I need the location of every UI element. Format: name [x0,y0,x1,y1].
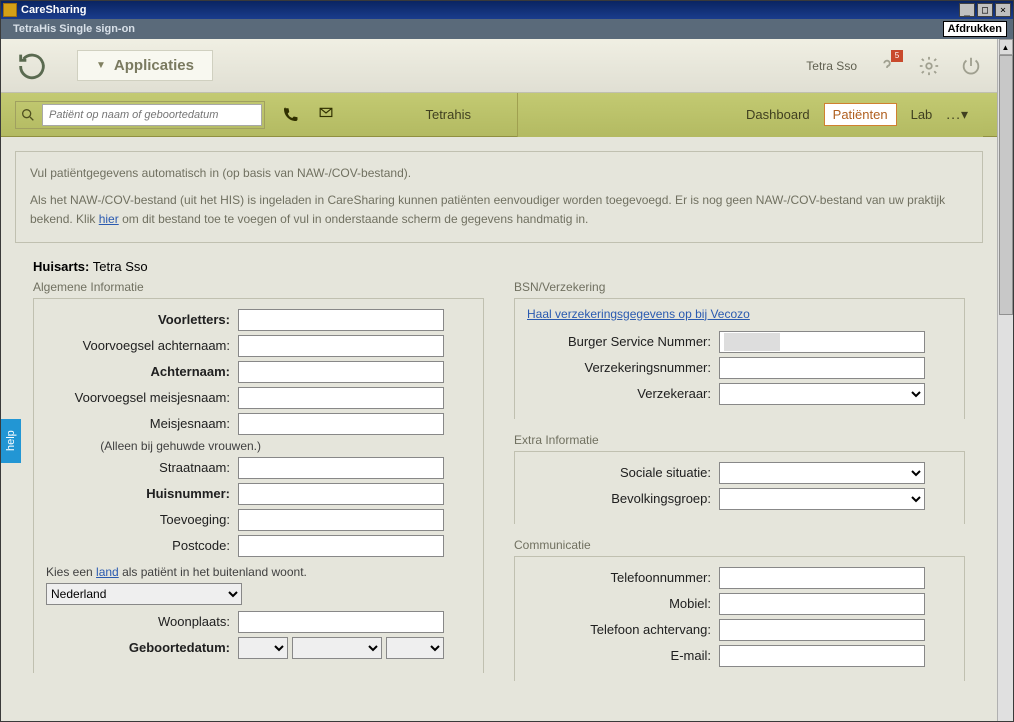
section-bsn: Haal verzekeringsgegevens op bij Vecozo … [514,298,965,419]
scroll-up-icon[interactable]: ▲ [999,39,1013,55]
label-voorletters: Voorletters: [42,312,238,327]
print-button[interactable]: Afdrukken [943,21,1007,37]
nav-patienten[interactable]: Patiënten [824,103,897,126]
input-email[interactable] [719,645,925,667]
input-meisjesnaam[interactable] [238,413,444,435]
input-straatnaam[interactable] [238,457,444,479]
select-sociale[interactable] [719,462,925,484]
input-postcode[interactable] [238,535,444,557]
input-woonplaats[interactable] [238,611,444,633]
section-comm: Telefoonnummer: Mobiel: Telefoon achterv… [514,556,965,681]
chevron-down-icon: ▼ [96,60,106,71]
app-icon [3,3,17,17]
label-bsn-nr: Burger Service Nummer: [523,334,719,349]
top-toolbar: ▼ Applicaties Tetra Sso 5 [1,39,997,93]
applicaties-label: Applicaties [114,57,194,74]
label-bevolking: Bevolkingsgroep: [523,491,719,506]
input-tel-achter[interactable] [719,619,925,641]
select-geb-jaar[interactable] [386,637,444,659]
bsn-masked-value [724,333,780,351]
label-toevoeging: Toevoeging: [42,512,238,527]
huisarts-value: Tetra Sso [93,259,148,274]
power-icon[interactable] [959,54,983,78]
search-input[interactable] [42,104,262,126]
land-link[interactable]: land [96,565,119,579]
info-line1: Vul patiëntgegevens automatisch in (op b… [30,164,968,183]
label-geboortedatum: Geboortedatum: [42,640,238,655]
input-voorv-meisjes[interactable] [238,387,444,409]
select-bevolking[interactable] [719,488,925,510]
minimize-button[interactable]: _ [959,3,975,17]
subtitle-text: TetraHis Single sign-on [13,23,135,35]
label-meisjesnaam: Meisjesnaam: [42,416,238,431]
help-icon[interactable]: 5 [875,54,899,78]
label-telefoon: Telefoonnummer: [523,570,719,585]
label-achternaam: Achternaam: [42,364,238,379]
info-line2b: om dit bestand toe te voegen of vul in o… [119,212,589,226]
input-mobiel[interactable] [719,593,925,615]
section-algemene: Voorletters: Voorvoegsel achternaam: Ach… [33,298,484,673]
label-sociale: Sociale situatie: [523,465,719,480]
label-voorv-achternaam: Voorvoegsel achternaam: [42,338,238,353]
refresh-icon[interactable] [15,49,49,83]
input-telefoon[interactable] [719,567,925,589]
nav-more[interactable]: ...▾ [946,106,969,123]
mail-icon[interactable] [317,106,337,124]
search-icon[interactable] [18,105,38,125]
input-huisnummer[interactable] [238,483,444,505]
note-kies-een: Kies een [46,565,96,579]
label-postcode: Postcode: [42,538,238,553]
input-voorv-achternaam[interactable] [238,335,444,357]
input-voorletters[interactable] [238,309,444,331]
label-verzekeraar: Verzekeraar: [523,386,719,401]
label-email: E-mail: [523,648,719,663]
notification-badge: 5 [891,50,903,62]
input-achternaam[interactable] [238,361,444,383]
section-extra: Sociale situatie: Bevolkingsgroep: [514,451,965,524]
gear-icon[interactable] [917,54,941,78]
info-hier-link[interactable]: hier [99,212,119,226]
label-huisnummer: Huisnummer: [42,486,238,501]
note-gehuwde: (Alleen bij gehuwde vrouwen.) [42,439,475,453]
select-geb-maand[interactable] [292,637,382,659]
applicaties-dropdown[interactable]: ▼ Applicaties [77,50,213,81]
subtitle-bar: TetraHis Single sign-on Afdrukken [1,19,1013,39]
nav-brand: Tetrahis [425,107,471,122]
phone-icon[interactable] [281,106,301,124]
huisarts-row: Huisarts: Tetra Sso [15,243,983,280]
user-label: Tetra Sso [806,59,857,73]
vertical-scrollbar[interactable]: ▲ [997,39,1013,721]
input-verz-nr[interactable] [719,357,925,379]
help-tab[interactable]: help [1,419,21,463]
search-box [15,101,265,129]
nav-lab[interactable]: Lab [911,107,933,122]
section-extra-title: Extra Informatie [514,433,965,447]
huisarts-label: Huisarts: [33,259,89,274]
select-geb-dag[interactable] [238,637,288,659]
label-tel-achter: Telefoon achtervang: [523,622,719,637]
label-straatnaam: Straatnaam: [42,460,238,475]
section-algemene-title: Algemene Informatie [33,280,484,294]
label-woonplaats: Woonplaats: [42,614,238,629]
label-voorv-meisjes: Voorvoegsel meisjesnaam: [42,390,238,405]
note-buitenland: als patiënt in het buitenland woont. [119,565,307,579]
label-mobiel: Mobiel: [523,596,719,611]
close-button[interactable]: × [995,3,1011,17]
window-title: CareSharing [21,4,957,16]
maximize-button[interactable]: □ [977,3,993,17]
nav-dashboard[interactable]: Dashboard [746,107,810,122]
section-comm-title: Communicatie [514,538,965,552]
input-toevoeging[interactable] [238,509,444,531]
label-verz-nr: Verzekeringsnummer: [523,360,719,375]
info-box: Vul patiëntgegevens automatisch in (op b… [15,151,983,243]
titlebar: CareSharing _ □ × [1,1,1013,19]
vecozo-link[interactable]: Haal verzekeringsgegevens op bij Vecozo [523,305,754,327]
section-bsn-title: BSN/Verzekering [514,280,965,294]
scroll-thumb[interactable] [999,55,1013,315]
select-land[interactable]: Nederland [46,583,242,605]
nav-bar: Tetrahis Dashboard Patiënten Lab ...▾ [1,93,997,137]
input-bsn-nr[interactable] [719,331,925,353]
select-verzekeraar[interactable] [719,383,925,405]
